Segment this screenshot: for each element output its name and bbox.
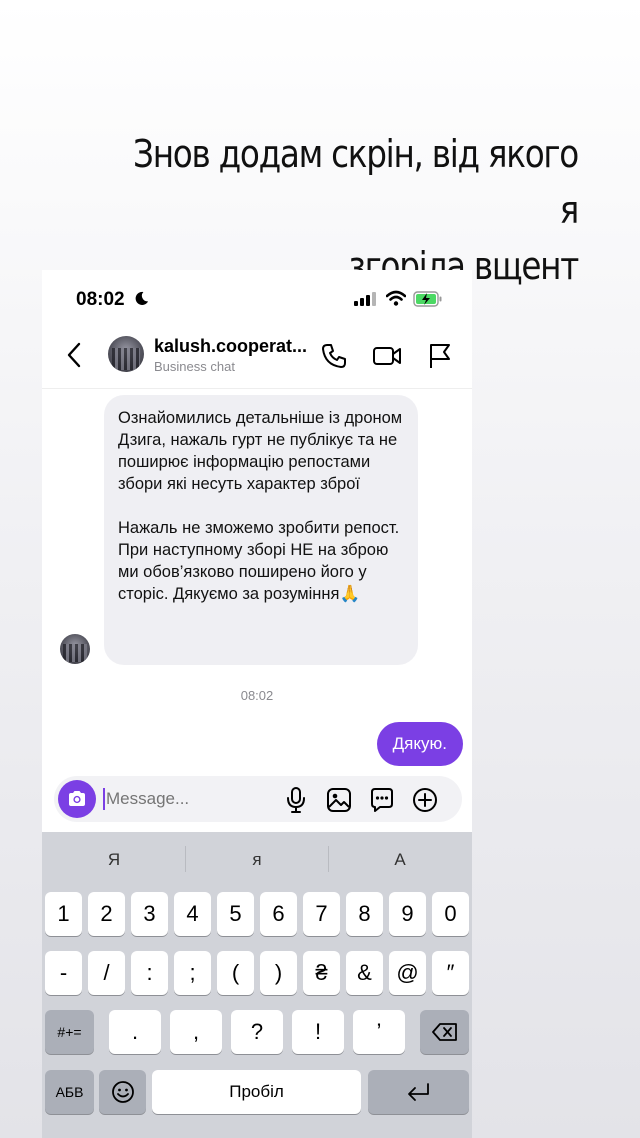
status-time: 08:02 [76,289,125,310]
key-5[interactable]: 5 [217,892,254,936]
key-hryvnia[interactable]: ₴ [303,951,340,995]
microphone-icon[interactable] [286,787,306,813]
return-icon [407,1083,429,1101]
key-4[interactable]: 4 [174,892,211,936]
message-composer [54,776,462,822]
key-7[interactable]: 7 [303,892,340,936]
backspace-icon [431,1023,457,1041]
video-call-icon[interactable] [372,342,402,370]
key-colon[interactable]: : [131,951,168,995]
keyboard: Я я А 1 2 3 4 5 6 7 8 9 0 - / : ; ( ) ₴ … [42,832,472,1138]
camera-button[interactable] [58,780,96,818]
key-double-prime[interactable]: ″ [432,951,469,995]
key-slash[interactable]: / [88,951,125,995]
sticker-chat-icon[interactable] [369,787,395,813]
gallery-icon[interactable] [326,787,352,813]
incoming-message-bubble: Ознайомились детальніше із дроном Дзига,… [104,395,418,665]
sender-avatar[interactable] [60,634,90,664]
contact-avatar[interactable] [108,336,144,372]
cellular-signal-icon [354,292,376,306]
suggestion-divider [328,846,329,872]
key-ampersand[interactable]: & [346,951,383,995]
key-3[interactable]: 3 [131,892,168,936]
backspace-key[interactable] [420,1010,469,1054]
key-period[interactable]: . [109,1010,161,1054]
key-right-paren[interactable]: ) [260,951,297,995]
key-apostrophe[interactable]: ’ [353,1010,405,1054]
key-0[interactable]: 0 [432,892,469,936]
chat-header: kalush.cooperat... Business chat [42,330,472,389]
return-key[interactable] [368,1070,469,1114]
key-alphabet-switch[interactable]: АБВ [45,1070,94,1114]
message-timestamp: 08:02 [240,688,274,703]
incoming-message-paragraph-2: Нажаль не зможемо зробити репост. При на… [118,519,400,603]
story-caption: Знов додам скрін, від якого я згоріла вщ… [131,126,579,294]
caption-line-1: Знов додам скрін, від якого я [133,132,579,232]
key-at[interactable]: @ [389,951,426,995]
key-2[interactable]: 2 [88,892,125,936]
contact-name[interactable]: kalush.cooperat... [154,336,307,357]
key-left-paren[interactable]: ( [217,951,254,995]
report-flag-icon[interactable] [428,342,452,370]
suggestion-3[interactable]: А [330,850,470,870]
moon-icon [135,291,149,305]
key-8[interactable]: 8 [346,892,383,936]
key-more-symbols[interactable]: #+= [45,1010,94,1054]
emoji-key[interactable] [99,1070,146,1114]
status-bar: 08:02 [42,270,472,330]
key-question[interactable]: ? [231,1010,283,1054]
outgoing-message-bubble: Дякую. [376,722,463,766]
emoji-icon [111,1081,134,1103]
key-1[interactable]: 1 [45,892,82,936]
suggestion-2[interactable]: я [187,850,327,870]
key-exclamation[interactable]: ! [292,1010,344,1054]
key-dash[interactable]: - [45,951,82,995]
key-semicolon[interactable]: ; [174,951,211,995]
back-arrow-icon[interactable] [66,342,82,368]
add-plus-icon[interactable] [412,787,438,813]
phone-screenshot: 08:02 kalush.cooperat... Business chat О… [42,270,472,1138]
key-comma[interactable]: , [170,1010,222,1054]
wifi-icon [386,290,406,306]
key-6[interactable]: 6 [260,892,297,936]
space-key[interactable]: Пробіл [152,1070,361,1114]
phone-call-icon[interactable] [320,342,348,370]
message-input[interactable] [106,784,276,814]
key-9[interactable]: 9 [389,892,426,936]
contact-subtitle: Business chat [154,359,235,374]
suggestion-divider [185,846,186,872]
incoming-message-paragraph-1: Ознайомились детальніше із дроном Дзига,… [118,409,403,493]
suggestion-1[interactable]: Я [44,850,184,870]
battery-charging-icon [413,291,442,307]
text-caret [103,788,105,810]
camera-icon [69,791,85,806]
